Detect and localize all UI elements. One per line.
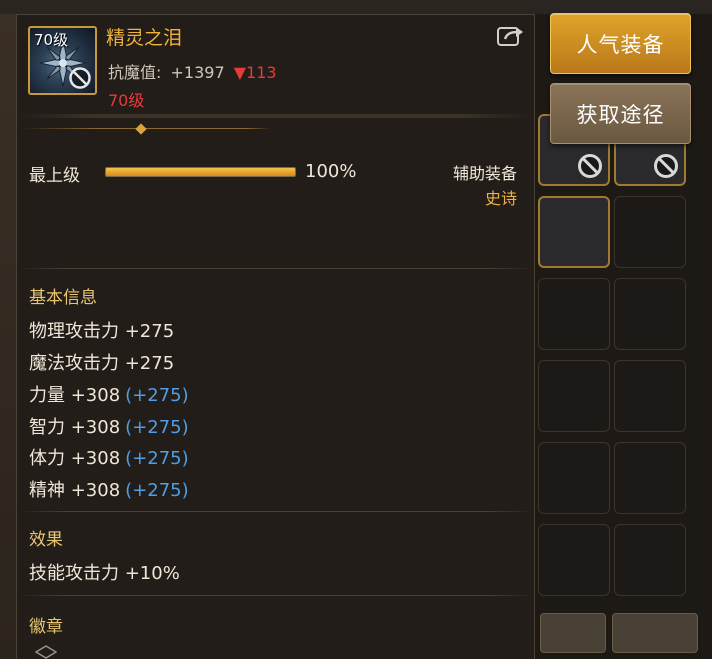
stat-line: 智力 +308 (+275) [29, 413, 189, 439]
item-name: 精灵之泪 [106, 27, 183, 49]
stat-text: 智力 +308 [29, 417, 121, 438]
grade-percent: 100% [305, 161, 357, 182]
item-level-badge: 70级 [34, 31, 69, 49]
stat-text: 魔法攻击力 +275 [29, 353, 175, 374]
section-divider [17, 595, 534, 596]
inventory-slot[interactable] [614, 360, 686, 432]
magic-resist-label: 抗魔值: [108, 63, 162, 82]
ban-icon [69, 67, 91, 89]
stat-line: 精神 +308 (+275) [29, 476, 189, 502]
stat-line: 魔法攻击力 +275 [29, 349, 174, 375]
effect-text: 技能攻击力 +10% [29, 563, 180, 584]
stat-line: 力量 +308 (+275) [29, 381, 189, 407]
level-requirement: 70级 [108, 91, 145, 110]
header-divider-gem [135, 123, 147, 135]
stat-text: 力量 +308 [29, 385, 121, 406]
equipment-type: 辅助装备 [452, 164, 517, 183]
magic-resist-line: 抗魔值: +1397 ▼113 [108, 59, 277, 83]
emblem-title: 徽章 [29, 617, 63, 637]
stat-bonus: (+275) [125, 448, 189, 469]
ban-icon [578, 154, 602, 178]
background-bottom-button[interactable] [540, 613, 606, 653]
basic-info-title: 基本信息 [29, 288, 97, 308]
acquisition-route-button[interactable]: 获取途径 [550, 83, 691, 144]
ban-icon [654, 154, 678, 178]
share-icon[interactable] [496, 24, 524, 48]
effect-title: 效果 [29, 530, 63, 550]
inventory-slot[interactable] [538, 524, 610, 596]
inventory-slot[interactable] [538, 442, 610, 514]
stat-text: 精神 +308 [29, 480, 121, 501]
item-icon: 70级 [28, 26, 97, 95]
background-top-bar [0, 0, 712, 14]
magic-resist-change: ▼113 [233, 63, 277, 82]
grade-progress-bar [105, 167, 296, 177]
emblem-icon [35, 645, 57, 659]
inventory-slot[interactable] [614, 196, 686, 268]
stat-line: 物理攻击力 +275 [29, 317, 174, 343]
popular-equipment-button[interactable]: 人气装备 [550, 13, 691, 74]
grade-progress-fill [106, 168, 295, 176]
section-divider [17, 511, 534, 512]
inventory-slot[interactable] [538, 360, 610, 432]
inventory-slot[interactable] [538, 278, 610, 350]
header-divider [17, 114, 534, 118]
inventory-slot[interactable] [538, 196, 610, 268]
stat-bonus: (+275) [125, 385, 189, 406]
stat-bonus: (+275) [125, 480, 189, 501]
inventory-slot[interactable] [614, 524, 686, 596]
section-divider [17, 268, 534, 269]
background-decompose-button[interactable] [612, 613, 698, 653]
stat-bonus: (+275) [125, 417, 189, 438]
stat-text: 体力 +308 [29, 448, 121, 469]
inventory-slot[interactable] [614, 278, 686, 350]
inventory-slot[interactable] [614, 442, 686, 514]
magic-resist-value: +1397 [170, 63, 225, 82]
grade-label: 最上级 [29, 166, 80, 186]
item-tooltip: 70级 精灵之泪 抗魔值: +1397 ▼113 70级 最上级 100% 辅助… [16, 14, 535, 659]
equipment-rarity: 史诗 [484, 189, 517, 208]
stat-text: 物理攻击力 +275 [29, 321, 175, 342]
stat-line: 体力 +308 (+275) [29, 444, 189, 470]
